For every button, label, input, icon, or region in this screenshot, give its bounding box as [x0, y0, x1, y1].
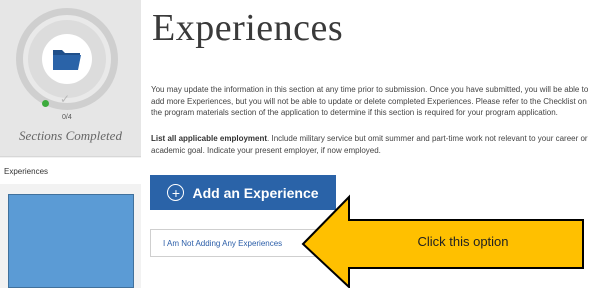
sidebar: ✓ 0/4 Sections Completed Experiences: [0, 0, 141, 288]
callout-text: Click this option: [417, 234, 509, 249]
not-adding-label: I Am Not Adding Any Experiences: [163, 238, 283, 248]
folder-icon: [53, 50, 81, 70]
page-title: Experiences: [152, 7, 344, 49]
section-icon-circle: [42, 34, 92, 84]
add-experience-label: Add an Experience: [192, 184, 319, 201]
sidebar-item-experiences[interactable]: Experiences: [0, 158, 141, 184]
plus-circle-icon: +: [167, 184, 185, 201]
instructions-paragraph: You may update the information in this s…: [151, 85, 589, 117]
sidebar-item-label: Experiences: [4, 167, 49, 176]
progress-label: Sections Completed: [19, 128, 122, 143]
progress-panel: ✓ 0/4 Sections Completed: [0, 0, 141, 156]
progress-count: 0/4: [62, 114, 72, 121]
check-icon: ✓: [60, 92, 71, 106]
employment-paragraph: List all applicable employment. Include …: [151, 133, 589, 156]
employment-paragraph-bold: List all applicable employment: [151, 134, 268, 143]
progress-dot: [42, 100, 49, 107]
sidebar-highlight-block: [8, 194, 134, 288]
sidebar-divider: [0, 156, 141, 157]
